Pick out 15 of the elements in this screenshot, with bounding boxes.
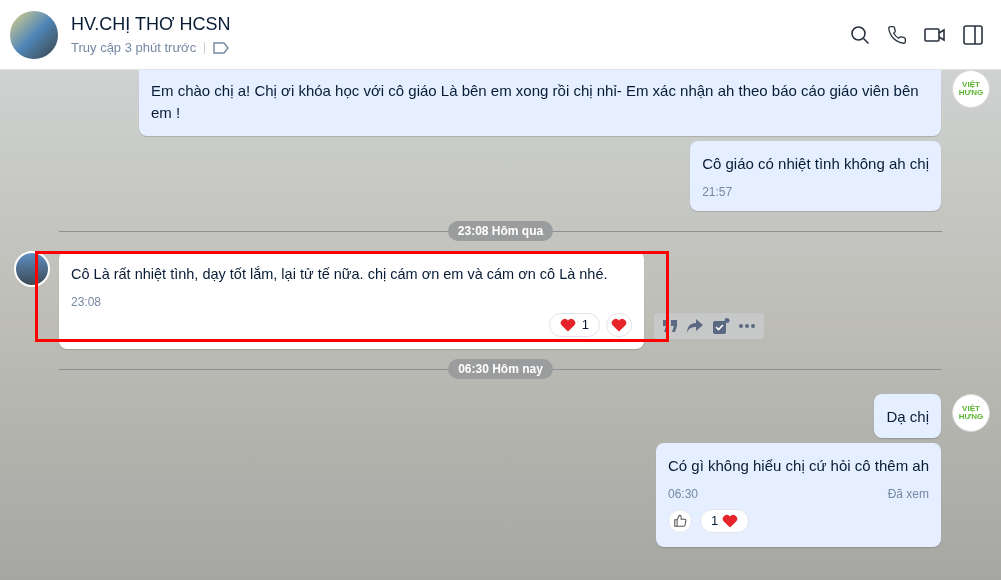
message-text: Em chào chị a! Chị ơi khóa học với cô giáo Là bên em xong rồi chị nhỉ- Em xác nhận ah theo báo cáo giáo viên bên em ! <box>151 81 920 123</box>
message-time: 23:08 <box>71 294 103 311</box>
message-text: Cô giáo có nhiệt tình không ah chị <box>702 154 929 174</box>
logo-text: VIỆT HƯNG <box>957 81 985 97</box>
message-time: 06:30 <box>667 486 698 503</box>
last-seen-status: Truy cập 3 phút trước <box>71 38 197 57</box>
contact-name: HV.CHỊ THƠ HCSN <box>71 12 231 36</box>
message-text: Dạ chị <box>886 407 929 427</box>
seen-status: Đã xem <box>887 486 929 503</box>
message-text: Cô Là rất nhiệt tình, dạy tốt lắm, lại tử tế nữa. chị cám ơn em và cám ơn cô Là nhé. <box>71 265 609 284</box>
logo-text: VIỆT HƯNG <box>957 405 985 421</box>
message-text: Có gì không hiểu chị cứ hỏi cô thêm ah <box>667 456 929 476</box>
reaction-count[interactable]: 1 <box>548 313 600 337</box>
reaction-count[interactable]: 1 <box>699 509 750 533</box>
message-time: 21:57 <box>702 184 733 201</box>
